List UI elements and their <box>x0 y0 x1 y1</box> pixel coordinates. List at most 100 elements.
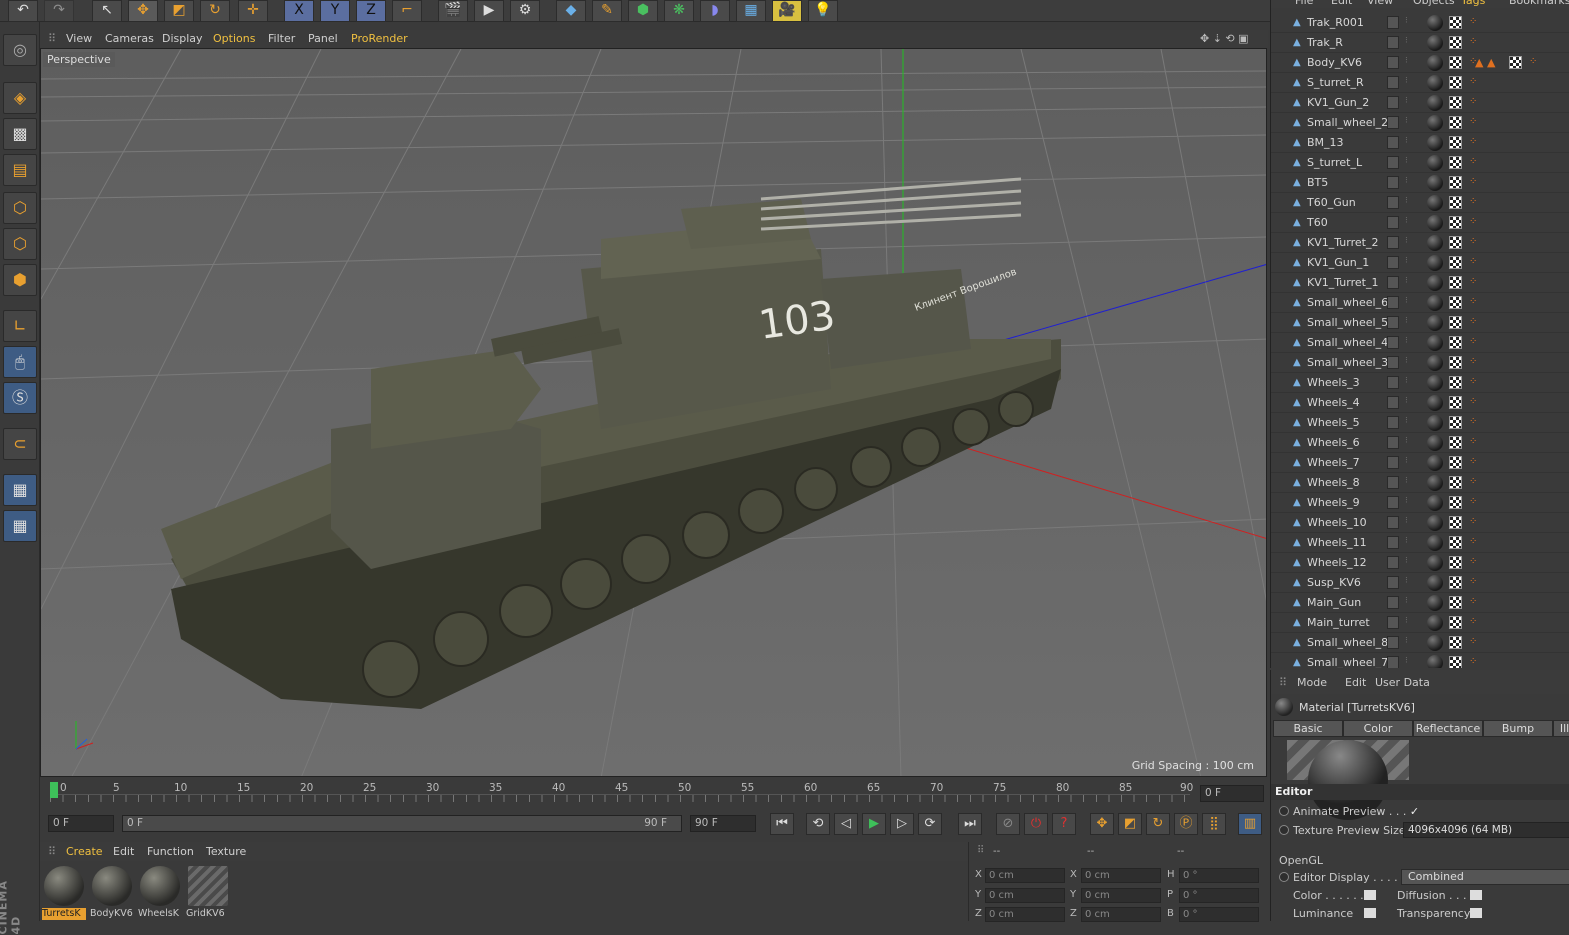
phong-tag-icon[interactable]: ⁘ <box>1529 57 1539 67</box>
object-row[interactable]: ▲ Wheels_3 ⁝ ⁘ <box>1271 373 1569 393</box>
uvw-tag-icon[interactable] <box>1449 216 1462 229</box>
rotate-tool-icon[interactable]: ↻ <box>200 0 230 22</box>
tab-illumination[interactable]: Illu <box>1553 720 1569 737</box>
key-position-icon[interactable]: ✥ <box>1090 813 1114 835</box>
material-swatch[interactable]: TurretsK <box>42 864 86 920</box>
keyframe-selection-icon[interactable]: ? <box>1052 813 1076 835</box>
visibility-dots-icon[interactable]: ⁝ <box>1405 16 1408 26</box>
phong-tag-icon[interactable]: ⁘ <box>1469 277 1479 287</box>
rotation-p-field[interactable]: 0 ° <box>1179 888 1259 903</box>
visibility-dots-icon[interactable]: ⁝ <box>1405 516 1408 526</box>
material-tag-icon[interactable] <box>1427 135 1443 151</box>
layer-icon[interactable] <box>1387 456 1399 469</box>
phong-tag-icon[interactable]: ⁘ <box>1469 37 1479 47</box>
key-rotation-icon[interactable]: ↻ <box>1146 813 1170 835</box>
layer-icon[interactable] <box>1387 96 1399 109</box>
subdivision-icon[interactable]: ⬢ <box>628 0 658 22</box>
size-y-field[interactable]: 0 cm <box>1081 888 1161 903</box>
pen-spline-icon[interactable]: ✎ <box>592 0 622 22</box>
material-tag-icon[interactable] <box>1427 555 1443 571</box>
redo-icon[interactable]: ↷ <box>44 0 74 22</box>
layer-icon[interactable] <box>1387 476 1399 489</box>
render-settings-icon[interactable]: ⚙ <box>510 0 540 22</box>
workplane-icon[interactable]: ▤ <box>3 154 37 186</box>
deformer-icon[interactable]: ◗ <box>700 0 730 22</box>
visibility-dots-icon[interactable]: ⁝ <box>1405 316 1408 326</box>
material-tag-icon[interactable] <box>1427 75 1443 91</box>
points-mode-icon[interactable]: ⬡ <box>3 192 37 224</box>
uvw-tag-icon[interactable] <box>1449 456 1462 469</box>
material-tag-icon[interactable] <box>1427 495 1443 511</box>
x-axis-button[interactable]: X <box>284 0 314 22</box>
polygons-mode-icon[interactable]: ⬢ <box>3 264 37 296</box>
undo-icon[interactable]: ↶ <box>8 0 38 22</box>
phong-tag-icon[interactable]: ⁘ <box>1469 397 1479 407</box>
uvw-tag-icon[interactable] <box>1449 96 1462 109</box>
viewport[interactable]: 103 Клинент Ворошилов Perspective Grid S… <box>40 48 1267 777</box>
array-icon[interactable]: ❋ <box>664 0 694 22</box>
uvw-tag-icon[interactable] <box>1449 336 1462 349</box>
object-row[interactable]: ▲ KV1_Turret_2 ⁝ ⁘ <box>1271 233 1569 253</box>
material-tag-icon[interactable] <box>1427 35 1443 51</box>
playhead[interactable] <box>50 782 58 798</box>
uvw-tag-icon[interactable] <box>1449 616 1462 629</box>
visibility-dots-icon[interactable]: ⁝ <box>1405 656 1408 666</box>
layer-icon[interactable] <box>1387 56 1399 69</box>
material-tag-icon[interactable] <box>1427 655 1443 668</box>
move-tool-icon[interactable]: ✥ <box>128 0 158 22</box>
menu-view[interactable]: View <box>66 32 92 45</box>
menu-edit[interactable]: Edit <box>1331 0 1352 7</box>
layer-icon[interactable] <box>1387 316 1399 329</box>
layer-icon[interactable] <box>1387 296 1399 309</box>
coordinate-system-icon[interactable]: ⌐ <box>392 0 422 22</box>
visibility-dots-icon[interactable]: ⁝ <box>1405 56 1408 66</box>
camera-icon[interactable]: 🎥 <box>772 0 802 22</box>
phong-tag-icon[interactable]: ⁘ <box>1469 517 1479 527</box>
uvw-tag-icon[interactable] <box>1449 156 1462 169</box>
layer-icon[interactable] <box>1387 656 1399 668</box>
object-row[interactable]: ▲ Small_wheel_2 ⁝ ⁘ <box>1271 113 1569 133</box>
phong-tag-icon[interactable]: ⁘ <box>1469 177 1479 187</box>
warning-tag-icon[interactable]: ▲ ▲ <box>1475 56 1495 69</box>
tab-reflectance[interactable]: Reflectance <box>1413 720 1483 737</box>
timeline-window-icon[interactable]: ▥ <box>1238 813 1262 835</box>
phong-tag-icon[interactable]: ⁘ <box>1469 77 1479 87</box>
uvw-tag-icon[interactable] <box>1449 516 1462 529</box>
object-row[interactable]: ▲ KV1_Gun_1 ⁝ ⁘ <box>1271 253 1569 273</box>
object-row[interactable]: ▲ Wheels_9 ⁝ ⁘ <box>1271 493 1569 513</box>
menu-texture[interactable]: Texture <box>206 845 246 858</box>
texture-mode-icon[interactable]: ▩ <box>3 118 37 150</box>
phong-tag-icon[interactable]: ⁘ <box>1469 97 1479 107</box>
layer-icon[interactable] <box>1387 336 1399 349</box>
material-tag-icon[interactable] <box>1427 415 1443 431</box>
menu-bookmarks[interactable]: Bookmarks <box>1509 0 1569 7</box>
object-row[interactable]: ▲ Trak_R001 ⁝ ⁘ <box>1271 13 1569 33</box>
floor-icon[interactable]: ▦ <box>736 0 766 22</box>
menu-edit[interactable]: Edit <box>113 845 134 858</box>
material-tag-icon[interactable] <box>1427 215 1443 231</box>
object-row[interactable]: ▲ Small_wheel_6 ⁝ ⁘ <box>1271 293 1569 313</box>
object-row[interactable]: ▲ Wheels_8 ⁝ ⁘ <box>1271 473 1569 493</box>
visibility-dots-icon[interactable]: ⁝ <box>1405 476 1408 486</box>
position-y-field[interactable]: 0 cm <box>985 888 1065 903</box>
object-row[interactable]: ▲ Wheels_11 ⁝ ⁘ <box>1271 533 1569 553</box>
phong-tag-icon[interactable]: ⁘ <box>1469 197 1479 207</box>
go-to-end-icon[interactable]: ⏭ <box>958 813 982 835</box>
object-row[interactable]: ▲ Main_turret ⁝ ⁘ <box>1271 613 1569 633</box>
visibility-dots-icon[interactable]: ⁝ <box>1405 296 1408 306</box>
material-tag-icon[interactable] <box>1427 575 1443 591</box>
workplane-lock-icon[interactable]: ▦ <box>3 474 37 506</box>
material-tag-icon[interactable] <box>1427 635 1443 651</box>
material-tag-icon[interactable] <box>1427 535 1443 551</box>
phong-tag-icon[interactable]: ⁘ <box>1469 557 1479 567</box>
viewport-label[interactable]: Perspective <box>43 52 115 67</box>
layer-icon[interactable] <box>1387 416 1399 429</box>
uvw-tag-icon[interactable] <box>1449 496 1462 509</box>
visibility-dots-icon[interactable]: ⁝ <box>1405 276 1408 286</box>
uvw-tag-icon[interactable] <box>1449 56 1462 69</box>
edges-mode-icon[interactable]: ⬡ <box>3 228 37 260</box>
material-tag-icon[interactable] <box>1427 335 1443 351</box>
luminance-toggle-icon[interactable] <box>1364 908 1376 918</box>
transparency-toggle-icon[interactable] <box>1470 908 1482 918</box>
layer-icon[interactable] <box>1387 196 1399 209</box>
